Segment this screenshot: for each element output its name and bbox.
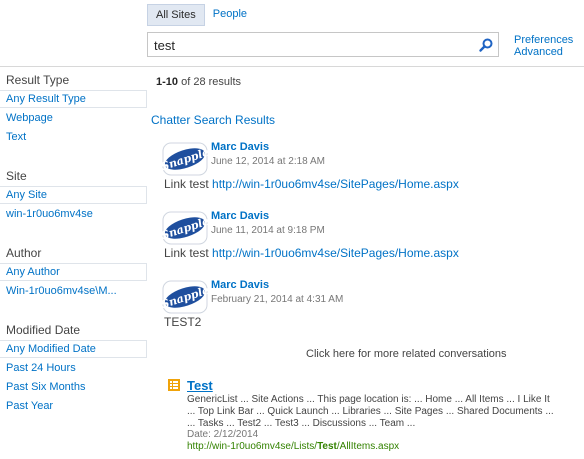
refiner-author-win[interactable]: Win-1r0uo6mv4se\M... xyxy=(6,285,117,297)
post-date: June 12, 2014 at 2:18 AM xyxy=(211,156,325,167)
search-icon[interactable] xyxy=(478,37,494,53)
result-total: of 28 results xyxy=(181,76,242,88)
refiner-any-site[interactable]: Any Site xyxy=(6,189,47,201)
result-summary: GenericList ... Site Actions ... This pa… xyxy=(187,394,584,430)
post-author[interactable]: Marc Davis xyxy=(211,210,269,222)
refiner-title-author: Author xyxy=(6,246,42,260)
post-link[interactable]: http://win-1r0uo6mv4se/SitePages/Home.as… xyxy=(212,177,459,191)
post-date: June 11, 2014 at 9:18 PM xyxy=(211,225,325,236)
refiner-any-author[interactable]: Any Author xyxy=(6,266,60,278)
chatter-results-title[interactable]: Chatter Search Results xyxy=(151,113,275,127)
results-panel: 1-10 of 28 results Chatter Search Result… xyxy=(147,66,584,459)
avatar[interactable]: Snapple xyxy=(162,210,208,246)
more-conversations-link[interactable]: Click here for more related conversation… xyxy=(306,348,507,360)
post-body: TEST2 xyxy=(164,315,201,329)
result-title-link[interactable]: Test xyxy=(187,378,213,393)
post-text: Link test xyxy=(164,177,209,191)
refiner-any-result-type[interactable]: Any Result Type xyxy=(6,93,86,105)
post-author[interactable]: Marc Davis xyxy=(211,279,269,291)
search-input[interactable] xyxy=(154,36,474,54)
post-text: TEST2 xyxy=(164,315,202,329)
avatar[interactable]: Snapple xyxy=(162,279,208,315)
post-body: Link test http://win-1r0uo6mv4se/SitePag… xyxy=(164,177,459,191)
result-url[interactable]: http://win-1r0uo6mv4se/Lists/Test/AllIte… xyxy=(187,441,399,452)
url-prefix: http://win-1r0uo6mv4se/Lists/ xyxy=(187,441,318,452)
preferences-link[interactable]: Preferences xyxy=(514,34,573,46)
refiner-title-site: Site xyxy=(6,169,27,183)
summary-line: ... Top Link Bar ... Quick Launch ... Li… xyxy=(187,406,554,417)
refinement-panel: Result Type Any Result Type Webpage Text… xyxy=(0,66,147,459)
advanced-link[interactable]: Advanced xyxy=(514,46,573,58)
refiner-text[interactable]: Text xyxy=(6,131,26,143)
divider xyxy=(147,66,584,67)
list-icon xyxy=(168,379,180,391)
result-count: 1-10 of 28 results xyxy=(156,76,241,88)
refiner-any-modified-date[interactable]: Any Modified Date xyxy=(6,343,96,355)
refiner-site-win[interactable]: win-1r0uo6mv4se xyxy=(6,208,93,220)
preference-links: Preferences Advanced xyxy=(514,34,573,58)
tab-all-sites[interactable]: All Sites xyxy=(147,4,205,26)
tab-people[interactable]: People xyxy=(205,4,255,26)
refiner-past-24-hours[interactable]: Past 24 Hours xyxy=(6,362,76,374)
url-suffix: /AllItems.aspx xyxy=(336,441,400,452)
refiner-past-six-months[interactable]: Past Six Months xyxy=(6,381,85,393)
refiner-past-year[interactable]: Past Year xyxy=(6,400,53,412)
scope-tabs: All Sites People xyxy=(147,4,255,26)
avatar[interactable]: Snapple xyxy=(162,141,208,177)
result-range: 1-10 xyxy=(156,76,179,88)
post-text: Link test xyxy=(164,246,209,260)
post-link[interactable]: http://win-1r0uo6mv4se/SitePages/Home.as… xyxy=(212,246,459,260)
refiner-title-modified-date: Modified Date xyxy=(6,323,81,337)
search-header: All Sites People Preferences Advanced xyxy=(0,0,584,66)
post-body: Link test http://win-1r0uo6mv4se/SitePag… xyxy=(164,246,459,260)
refiner-title-result-type: Result Type xyxy=(6,73,70,87)
refiner-webpage[interactable]: Webpage xyxy=(6,112,53,124)
post-author[interactable]: Marc Davis xyxy=(211,141,269,153)
summary-line: GenericList ... Site Actions ... This pa… xyxy=(187,394,550,405)
search-box xyxy=(147,32,499,57)
post-date: February 21, 2014 at 4:31 AM xyxy=(211,294,344,305)
url-highlight: Test xyxy=(317,441,337,452)
divider xyxy=(0,66,147,67)
result-date: Date: 2/12/2014 xyxy=(187,429,259,440)
